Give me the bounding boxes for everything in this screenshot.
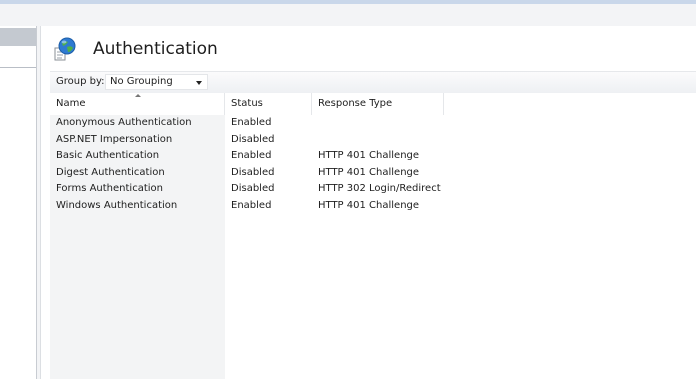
- group-by-label: Group by:: [56, 76, 105, 87]
- connections-selected-node[interactable]: [0, 28, 36, 46]
- page-title: Authentication: [93, 39, 218, 59]
- feature-pane: Authentication Group by: No Grouping Nam…: [40, 26, 696, 379]
- globe-document-icon: [54, 37, 76, 61]
- group-by-toolbar: Group by: No Grouping: [50, 71, 696, 94]
- window-toolbar-area: [0, 4, 696, 27]
- table-row[interactable]: Basic Authentication Enabled HTTP 401 Ch…: [50, 149, 696, 165]
- row-name: Digest Authentication: [56, 167, 165, 178]
- row-status: Disabled: [231, 167, 275, 178]
- row-name: Anonymous Authentication: [56, 117, 192, 128]
- table-row[interactable]: ASP.NET Impersonation Disabled: [50, 133, 696, 149]
- row-status: Enabled: [231, 150, 272, 161]
- row-status: Enabled: [231, 200, 272, 211]
- row-response-type: HTTP 401 Challenge: [318, 200, 420, 211]
- authentication-list: Name Status Response Type Anonymous Auth…: [50, 93, 696, 379]
- chevron-down-icon[interactable]: [196, 81, 202, 85]
- column-header-status[interactable]: Status: [225, 93, 312, 115]
- row-response-type: HTTP 302 Login/Redirect: [318, 183, 441, 194]
- row-status: Enabled: [231, 117, 272, 128]
- connections-divider: [0, 67, 36, 68]
- column-header-name[interactable]: Name: [50, 93, 225, 115]
- row-response-type: HTTP 401 Challenge: [318, 150, 420, 161]
- list-header: Name Status Response Type: [50, 93, 696, 115]
- group-by-value: No Grouping: [110, 76, 173, 87]
- row-name: Windows Authentication: [56, 200, 178, 211]
- row-name: ASP.NET Impersonation: [56, 134, 173, 145]
- table-row[interactable]: Digest Authentication Disabled HTTP 401 …: [50, 166, 696, 182]
- column-header-response-type-label: Response Type: [318, 98, 393, 109]
- column-header-status-label: Status: [231, 98, 263, 109]
- table-row[interactable]: Forms Authentication Disabled HTTP 302 L…: [50, 182, 696, 198]
- row-status: Disabled: [231, 183, 275, 194]
- row-name: Forms Authentication: [56, 183, 163, 194]
- table-row[interactable]: Anonymous Authentication Enabled: [50, 116, 696, 132]
- group-by-dropdown[interactable]: No Grouping: [105, 74, 208, 90]
- column-header-name-label: Name: [56, 98, 86, 109]
- table-row[interactable]: Windows Authentication Enabled HTTP 401 …: [50, 199, 696, 215]
- connections-pane: [0, 26, 37, 379]
- row-response-type: HTTP 401 Challenge: [318, 167, 420, 178]
- sort-ascending-icon: [135, 94, 141, 97]
- column-header-response-type[interactable]: Response Type: [312, 93, 444, 115]
- row-status: Disabled: [231, 134, 275, 145]
- row-name: Basic Authentication: [56, 150, 160, 161]
